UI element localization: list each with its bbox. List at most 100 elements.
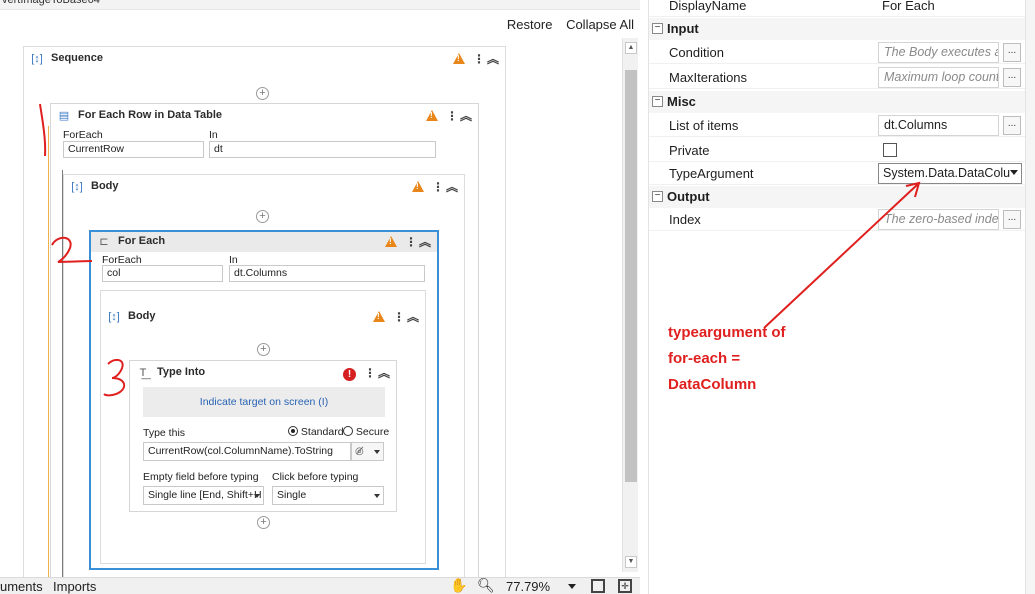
for-each-header: ⊏ For Each ⋮︽	[91, 232, 437, 252]
sequence-icon: [↕]	[71, 181, 83, 193]
click-before-dropdown[interactable]: Single	[272, 486, 384, 505]
condition-editor-button[interactable]: ...	[1003, 43, 1021, 62]
index-row: Index The zero-based index ...	[649, 208, 1026, 231]
in-collection-field[interactable]: dt	[209, 141, 436, 158]
for-each-row-header: ▤ For Each Row in Data Table ⋮︽	[51, 104, 478, 128]
list-of-items-label: List of items	[669, 118, 739, 133]
warning-icon[interactable]	[411, 181, 424, 192]
click-before-label: Click before typing	[272, 471, 359, 483]
collapse-category-icon[interactable]: −	[652, 96, 663, 107]
collapse-category-icon[interactable]: −	[652, 191, 663, 202]
index-field[interactable]: The zero-based index	[878, 209, 999, 230]
standard-radio[interactable]: Standard	[288, 426, 344, 438]
text-to-type-field[interactable]: CurrentRow(col.ColumnName).ToString	[143, 442, 351, 461]
index-editor-button[interactable]: ...	[1003, 210, 1021, 229]
radio-selected-icon	[288, 426, 298, 436]
private-checkbox[interactable]	[883, 143, 897, 157]
collapse-icon[interactable]: ︽	[407, 308, 419, 325]
scroll-thumb[interactable]	[625, 70, 637, 482]
chevron-down-icon	[254, 494, 260, 498]
radio-unselected-icon	[343, 426, 353, 436]
foreach-variable-field[interactable]: CurrentRow	[63, 141, 204, 158]
collapse-all-link[interactable]: Collapse All	[566, 17, 634, 32]
type-into-activity[interactable]: T͟ Type Into ! ⋮ ︽ Indicate target on scre…	[129, 360, 397, 512]
max-iterations-field[interactable]: Maximum loop count	[878, 67, 999, 88]
chevron-down-icon	[1010, 170, 1018, 175]
max-iterations-editor-button[interactable]: ...	[1003, 68, 1021, 87]
warning-icon[interactable]	[372, 311, 385, 322]
designer-vertical-scrollbar[interactable]: ▲ ▼	[622, 38, 638, 572]
more-options-icon[interactable]: ⋮	[446, 109, 458, 123]
zoom-search-icon[interactable]: 🔍︎	[477, 577, 495, 594]
collapse-icon[interactable]: ︽	[446, 178, 458, 195]
indicate-target-button[interactable]: Indicate target on screen (I)	[143, 387, 385, 417]
for-each-row-activity[interactable]: ▤ For Each Row in Data Table ⋮︽ ForEach …	[50, 103, 479, 588]
collapse-icon[interactable]: ︽	[378, 364, 390, 381]
foreach-variable-field[interactable]: col	[102, 265, 223, 282]
category-misc-label: Misc	[667, 94, 696, 109]
max-iterations-row: MaxIterations Maximum loop count ...	[649, 66, 1026, 89]
collapse-icon[interactable]: ︽	[419, 233, 431, 250]
category-input[interactable]: − Input	[649, 18, 1026, 40]
text-options-button[interactable]: ◎̸	[351, 442, 384, 461]
list-of-items-field[interactable]: dt.Columns	[878, 115, 999, 136]
warning-icon[interactable]	[452, 53, 465, 64]
for-each-title: For Each	[118, 235, 166, 247]
type-this-label: Type this	[143, 427, 186, 439]
condition-field[interactable]: The Body executes as	[878, 42, 999, 63]
type-argument-dropdown[interactable]: System.Data.DataColu	[878, 163, 1022, 184]
private-label: Private	[669, 143, 710, 158]
more-options-icon[interactable]: ⋮	[432, 180, 444, 194]
flow-connector	[62, 170, 63, 577]
warning-icon[interactable]	[384, 236, 397, 247]
body-activity[interactable]: [↕] Body ⋮︽ + T͟ Type Into	[100, 290, 426, 564]
add-activity-icon[interactable]: +	[256, 210, 269, 223]
list-of-items-editor-button[interactable]: ...	[1003, 116, 1021, 135]
arguments-tab[interactable]: uments	[0, 579, 43, 594]
secure-radio[interactable]: Secure	[343, 426, 389, 438]
more-options-icon[interactable]: ⋮	[473, 52, 485, 66]
more-options-icon[interactable]: ⋮	[364, 366, 376, 380]
category-input-label: Input	[667, 21, 699, 36]
add-activity-icon[interactable]: +	[257, 516, 270, 529]
indicate-target-label: Indicate target on screen (I)	[199, 396, 329, 408]
empty-field-dropdown[interactable]: Single line [End, Shift+H	[143, 486, 264, 505]
condition-row: Condition The Body executes as ...	[649, 41, 1026, 64]
pan-hand-icon[interactable]: ✋	[450, 577, 467, 594]
collapse-icon[interactable]: ︽	[487, 50, 499, 67]
collapse-category-icon[interactable]: −	[652, 23, 663, 34]
scroll-up-icon[interactable]: ▲	[625, 42, 637, 54]
imports-tab[interactable]: Imports	[53, 579, 96, 594]
index-label: Index	[669, 212, 701, 227]
category-output[interactable]: − Output	[649, 186, 1026, 208]
annotation-note-line-1: typeargument of	[668, 324, 786, 341]
add-activity-icon[interactable]: +	[256, 87, 269, 100]
warning-icon[interactable]	[425, 110, 438, 121]
collapse-icon[interactable]: ︽	[460, 107, 472, 124]
more-options-icon[interactable]: ⋮	[405, 235, 417, 249]
for-each-row-title: For Each Row in Data Table	[78, 109, 223, 121]
sequence-activity[interactable]: [↕] Sequence ⋮︽ + ▤ For Each Row in Data…	[23, 46, 506, 588]
error-icon[interactable]: !	[342, 368, 356, 381]
foreach-label: ForEach	[63, 129, 103, 141]
zoom-dropdown-icon[interactable]	[568, 584, 576, 589]
display-name-row: DisplayName For Each	[649, 0, 1026, 17]
type-argument-label: TypeArgument	[669, 166, 754, 181]
overview-map-icon[interactable]: ✛	[618, 579, 632, 593]
file-tab-fragment[interactable]: vertImageToBase64	[2, 0, 100, 6]
restore-link[interactable]: Restore	[507, 17, 553, 32]
type-into-icon: T͟	[139, 367, 147, 379]
for-each-activity[interactable]: ⊏ For Each ⋮︽ ForEach In col dt.Columns …	[89, 230, 439, 570]
category-misc[interactable]: − Misc	[649, 91, 1026, 113]
zoom-level[interactable]: 77.79%	[506, 579, 550, 594]
empty-field-label: Empty field before typing	[143, 471, 259, 483]
add-activity-icon[interactable]: +	[257, 343, 270, 356]
type-argument-row: TypeArgument System.Data.DataColu	[649, 162, 1026, 185]
type-into-header: T͟ Type Into ! ⋮ ︽	[130, 361, 396, 385]
body-activity[interactable]: [↕] Body ⋮︽ + ⊏ For Each ⋮︽	[63, 174, 465, 588]
fit-to-screen-icon[interactable]	[591, 579, 605, 593]
more-options-icon[interactable]: ⋮	[393, 310, 405, 324]
display-name-value[interactable]: For Each	[882, 0, 935, 13]
in-collection-field[interactable]: dt.Columns	[229, 265, 425, 282]
scroll-down-icon[interactable]: ▼	[625, 556, 637, 568]
